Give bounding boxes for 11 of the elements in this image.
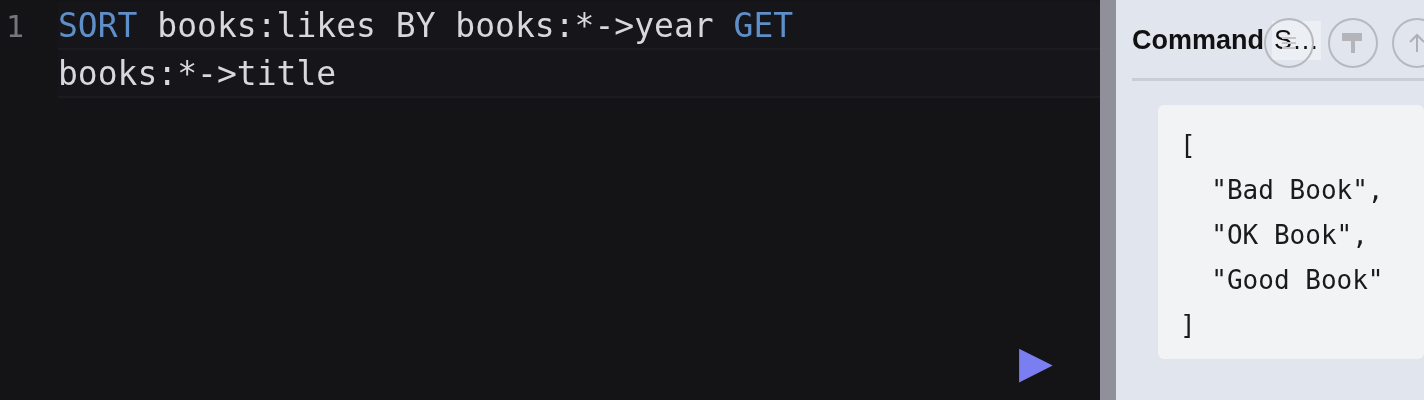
brush-icon-button[interactable] [1328,18,1378,68]
list-icon-button[interactable] [1264,18,1314,68]
run-button[interactable]: ▶ [1012,336,1060,388]
result-line: "OK Book", [1210,219,1369,252]
arrow-up-icon [1407,32,1424,54]
result-line: "Bad Book", [1210,174,1385,207]
line-number: 1 [5,8,26,44]
result-line: [ [1180,129,1197,162]
result-line: "Good Book" [1210,264,1385,297]
result-line: ] [1180,309,1197,342]
panel-title: Command [1132,24,1264,56]
